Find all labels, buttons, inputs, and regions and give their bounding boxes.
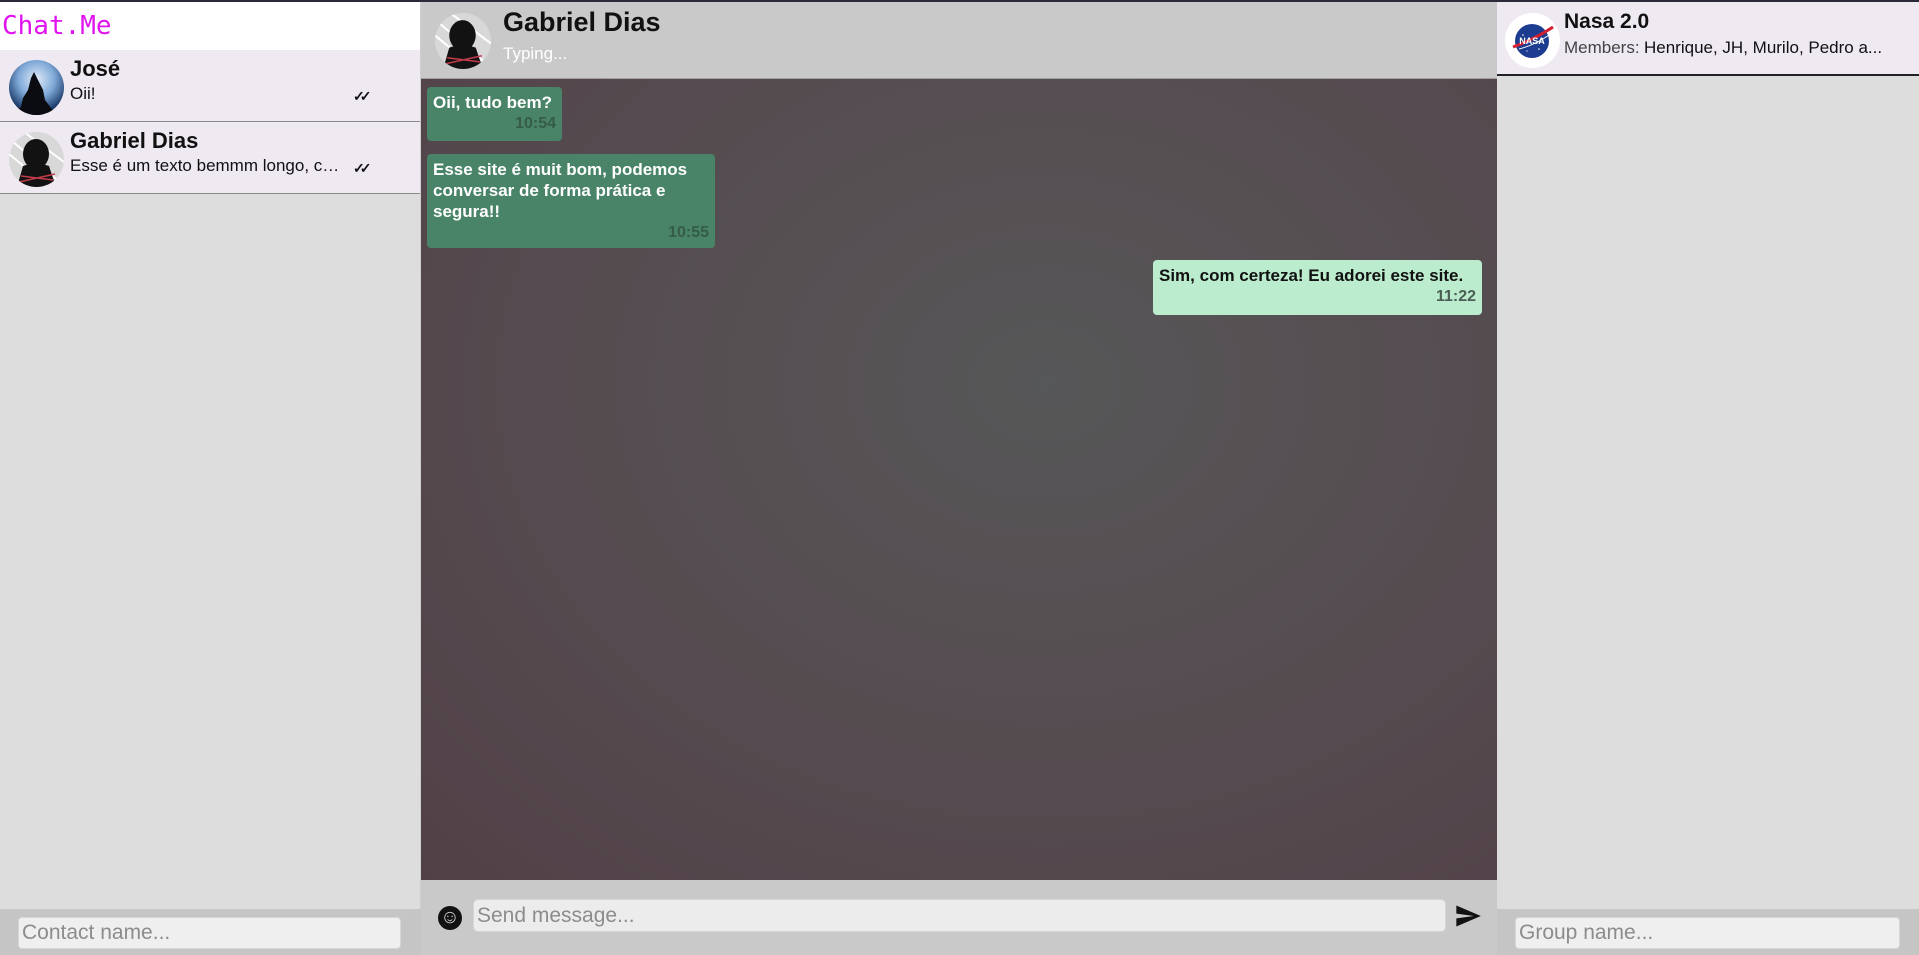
group-search-bar <box>1497 909 1919 955</box>
contact-item[interactable]: Gabriel Dias Esse é um texto bemmm longo… <box>0 122 420 194</box>
incoming-message: Oii, tudo bem? 10:54 <box>427 87 562 141</box>
group-name: Nasa 2.0 <box>1564 10 1650 33</box>
double-check-icon: ✓✓ <box>353 88 372 104</box>
members-list: Henrique, JH, Murilo, Pedro a... <box>1644 38 1883 57</box>
message-time: 10:55 <box>668 224 709 241</box>
message-text: Sim, com certeza! Eu adorei este site. <box>1159 266 1464 285</box>
message-composer: ☺ <box>421 880 1497 955</box>
message-text: Esse site é muit bom, podemos conversar … <box>433 160 688 221</box>
double-check-icon: ✓✓ <box>353 160 372 176</box>
send-message-input[interactable] <box>473 899 1446 932</box>
message-time: 11:22 <box>1435 288 1476 305</box>
contact-last-message: Oii! <box>70 84 96 103</box>
contact-name: Gabriel Dias <box>70 128 199 153</box>
members-label: Members: <box>1564 38 1640 57</box>
group-name-input[interactable] <box>1515 917 1900 949</box>
groups-sidebar: Nasa 2.0 NASA Nasa 2.0 Members: Henrique… <box>1497 2 1919 955</box>
outgoing-message: Sim, com certeza! Eu adorei este site. 1… <box>1153 260 1482 315</box>
contact-last-message: Esse é um texto bemmm longo, certo? <box>70 156 345 175</box>
hooded-figure-avatar[interactable] <box>435 13 491 69</box>
app-brand: Chat.Me <box>0 2 420 50</box>
chat-header: Gabriel Dias Typing... <box>421 2 1497 79</box>
message-text: Oii, tudo bem? <box>433 93 552 112</box>
paper-plane-icon[interactable] <box>1454 902 1484 932</box>
contact-search-bar <box>0 909 421 955</box>
contact-item[interactable]: José Oii! ✓✓ <box>0 50 420 122</box>
group-item[interactable]: Nasa 2.0 NASA Nasa 2.0 Members: Henrique… <box>1497 2 1919 76</box>
nasa-logo: Nasa 2.0 NASA <box>1505 13 1560 68</box>
message-list[interactable]: Oii, tudo bem? 10:54 Esse site é muit bo… <box>421 79 1497 880</box>
incoming-message: Esse site é muit bom, podemos conversar … <box>427 154 715 248</box>
contact-name: José <box>70 56 121 81</box>
hooded-figure-avatar <box>9 132 64 187</box>
message-time: 10:54 <box>515 115 556 132</box>
contacts-sidebar: Chat.Me José Oii! ✓✓ Gabriel Dias Esse é… <box>0 2 421 955</box>
svg-text:NASA: NASA <box>1519 36 1545 46</box>
chat-contact-name: Gabriel Dias <box>503 7 661 37</box>
contact-name-input[interactable] <box>18 917 401 949</box>
typing-status: Typing... <box>503 44 568 63</box>
wolf-avatar <box>9 60 64 115</box>
smiley-icon[interactable]: ☺ <box>438 906 462 930</box>
chat-window: Gabriel Dias Typing... Oii, tudo bem? 10… <box>421 2 1497 955</box>
